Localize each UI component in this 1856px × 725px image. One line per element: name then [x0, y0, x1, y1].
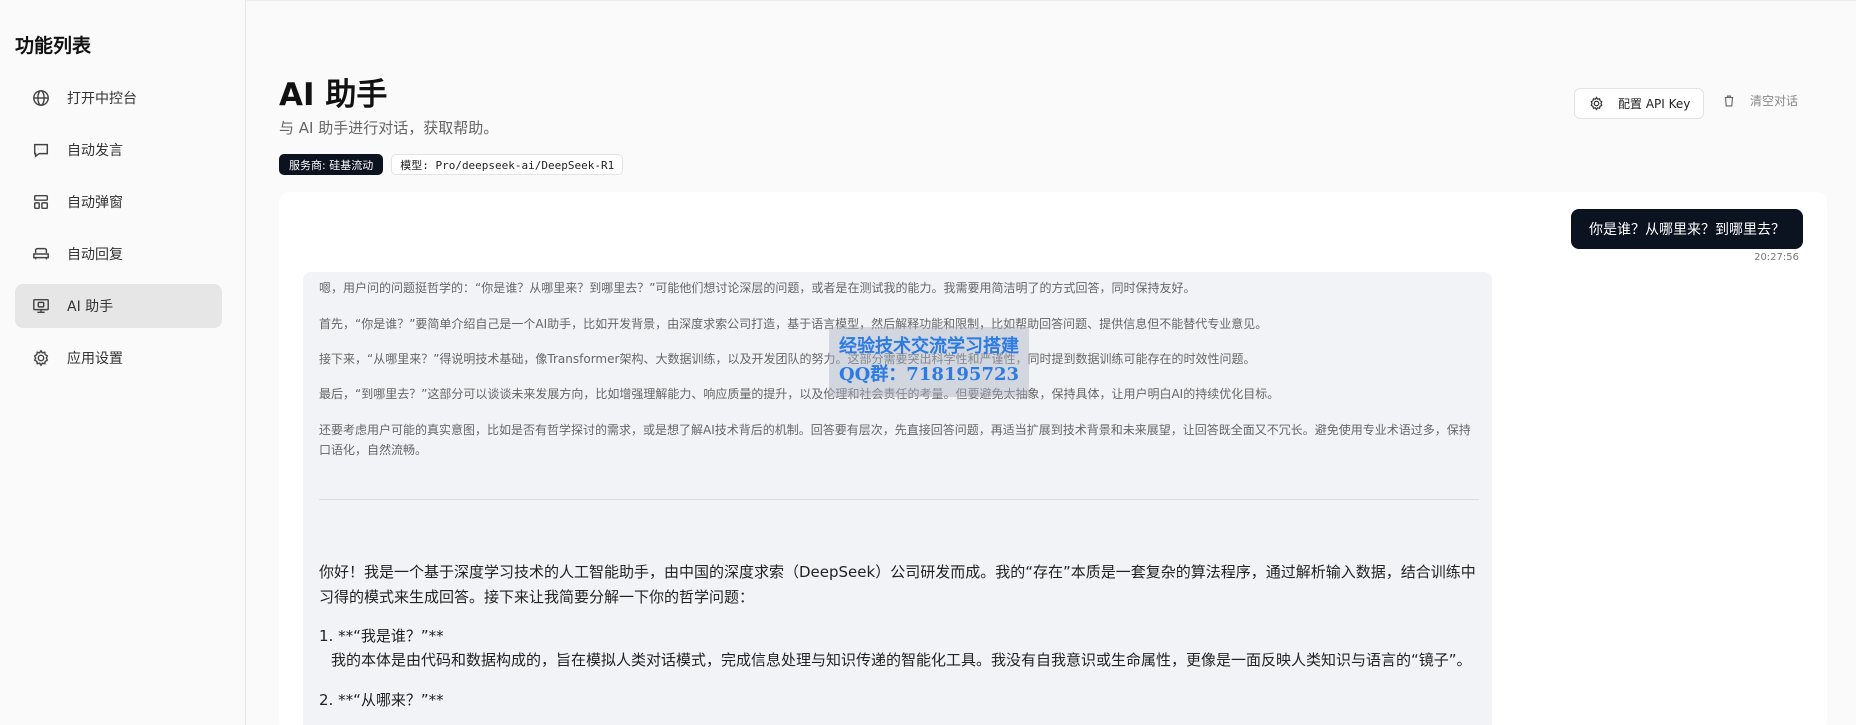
- layout-icon: [31, 192, 51, 212]
- provider-badge: 服务商: 硅基流动: [279, 154, 384, 175]
- badges: 服务商: 硅基流动 模型: Pro/deepseek-ai/DeepSeek-R…: [279, 154, 624, 175]
- sidebar-item-auto-speak[interactable]: 自动发言: [15, 128, 222, 172]
- sidebar-item-label: 自动回复: [67, 247, 123, 263]
- sidebar: 功能列表 打开中控台 自动发言 自动弹窗 自动回复 AI 助手 应用设置: [0, 0, 246, 725]
- monitor-robot-icon: [31, 296, 51, 316]
- gear-icon: [31, 348, 51, 368]
- answer-paragraph: 2. **“从哪来？”**: [319, 691, 444, 709]
- answer-paragraph: 我的本体是由代码和数据构成的，旨在模拟人类对话模式，完成信息处理与知识传递的智能…: [331, 651, 1472, 669]
- thinking-paragraph: 嗯，用户问的问题挺哲学的：“你是谁？从哪里来？到哪里去？”可能他们想讨论深层的问…: [319, 281, 1196, 295]
- user-message: 你是谁？从哪里来？到哪里去？: [1571, 209, 1803, 249]
- clear-chat-label: 清空对话: [1750, 94, 1799, 108]
- globe-icon: [31, 88, 51, 108]
- watermark: 经验技术交流学习搭建 QQ群：718195723: [829, 327, 1029, 397]
- sidebar-item-console[interactable]: 打开中控台: [15, 76, 222, 120]
- gear-icon: [1590, 96, 1603, 111]
- page-subtitle: 与 AI 助手进行对话，获取帮助。: [279, 119, 499, 137]
- thinking-divider: [319, 499, 1479, 500]
- sidebar-item-label: AI 助手: [67, 299, 114, 315]
- sidebar-item-label: 应用设置: [67, 351, 123, 367]
- chat-panel: 你是谁？从哪里来？到哪里去？ 20:27:56 嗯，用户问的问题挺哲学的：“你是…: [279, 192, 1827, 725]
- sidebar-item-label: 自动发言: [67, 143, 123, 159]
- user-message-time: 20:27:56: [1754, 252, 1799, 263]
- sofa-icon: [31, 244, 51, 264]
- main-content: AI 助手 与 AI 助手进行对话，获取帮助。 服务商: 硅基流动 模型: Pr…: [247, 0, 1856, 725]
- watermark-line: 经验技术交流学习搭建: [839, 336, 1019, 357]
- trash-icon: [1724, 95, 1734, 106]
- sidebar-item-label: 自动弹窗: [67, 195, 123, 211]
- sidebar-menu: 打开中控台 自动发言 自动弹窗 自动回复 AI 助手 应用设置: [15, 76, 222, 388]
- answer-paragraph: 1. **“我是谁？”**: [319, 627, 444, 645]
- thinking-paragraph: 还要考虑用户可能的真实意图，比如是否有哲学探讨的需求，或是想了解AI技术背后的机…: [319, 423, 1471, 457]
- model-badge: 模型: Pro/deepseek-ai/DeepSeek-R1: [391, 154, 624, 175]
- message-icon: [31, 140, 51, 160]
- page-title: AI 助手: [279, 77, 388, 113]
- sidebar-item-auto-reply[interactable]: 自动回复: [15, 232, 222, 276]
- sidebar-title: 功能列表: [15, 35, 92, 57]
- sidebar-item-auto-popup[interactable]: 自动弹窗: [15, 180, 222, 224]
- clear-chat-button[interactable]: 清空对话: [1722, 92, 1798, 109]
- sidebar-item-ai-assistant[interactable]: AI 助手: [15, 284, 222, 328]
- config-api-key-label: 配置 API Key: [1618, 97, 1691, 111]
- sidebar-item-label: 打开中控台: [67, 91, 137, 107]
- watermark-line: QQ群：718195723: [838, 364, 1020, 385]
- answer-paragraph: 你好！我是一个基于深度学习技术的人工智能助手，由中国的深度求索（DeepSeek…: [319, 563, 1476, 606]
- config-api-key-button[interactable]: 配置 API Key: [1574, 88, 1704, 119]
- sidebar-item-settings[interactable]: 应用设置: [15, 336, 222, 380]
